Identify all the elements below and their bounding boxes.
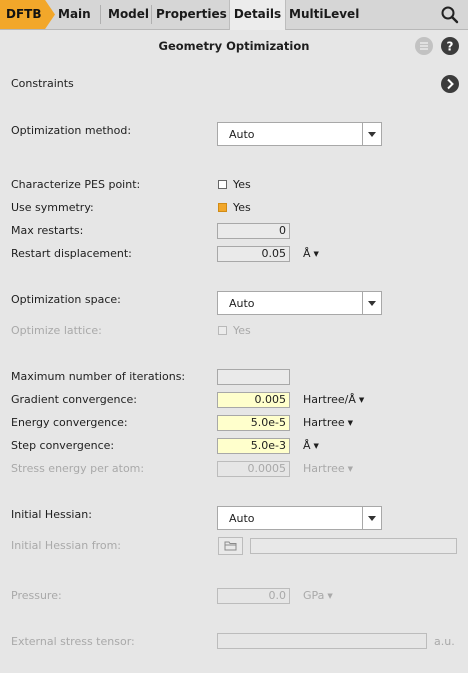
unit-label: Hartree <box>303 416 345 429</box>
step-convergence-field[interactable]: 5.0e-3 <box>217 438 290 454</box>
characterize-pes-option[interactable]: Yes <box>233 178 251 191</box>
tab-main[interactable]: Main <box>58 0 91 29</box>
unit-label: Hartree/Å <box>303 393 356 406</box>
unit-dropdown-icon: ▼ <box>313 250 319 258</box>
energy-convergence-label: Energy convergence: <box>11 416 128 429</box>
initial-hessian-select[interactable]: Auto <box>217 506 382 530</box>
use-symmetry-checkbox[interactable] <box>218 203 227 212</box>
unit-dropdown-icon: ▼ <box>347 419 354 427</box>
use-symmetry-option[interactable]: Yes <box>233 201 251 214</box>
optimize-lattice-label: Optimize lattice: <box>11 324 102 337</box>
constraints-label[interactable]: Constraints <box>11 77 74 90</box>
optimize-lattice-option: Yes <box>233 324 251 337</box>
max-restarts-field[interactable]: 0 <box>217 223 290 239</box>
tab-multilevel[interactable]: MultiLevel <box>289 0 359 29</box>
use-symmetry-label: Use symmetry: <box>11 201 94 214</box>
optimization-space-select[interactable]: Auto <box>217 291 382 315</box>
help-icon[interactable]: ? <box>441 37 459 55</box>
tab-bar: DFTB Main Model Properties Details Multi… <box>0 0 468 30</box>
menu-icon[interactable] <box>415 37 433 55</box>
stress-tensor-field <box>217 633 427 649</box>
max-restarts-label: Max restarts: <box>11 224 84 237</box>
optimization-method-label: Optimization method: <box>11 124 132 137</box>
chevron-down-icon[interactable] <box>362 123 381 145</box>
optimization-method-value: Auto <box>229 128 255 141</box>
optimization-space-label: Optimization space: <box>11 293 121 306</box>
gradient-convergence-unit[interactable]: Hartree/Å ▼ <box>303 393 364 406</box>
chevron-right-icon[interactable] <box>441 75 459 93</box>
gradient-convergence-label: Gradient convergence: <box>11 393 137 406</box>
unit-label: GPa <box>303 589 325 602</box>
tab-properties[interactable]: Properties <box>156 0 227 29</box>
chevron-down-icon[interactable] <box>362 507 381 529</box>
optimization-space-value: Auto <box>229 297 255 310</box>
tab-model[interactable]: Model <box>108 0 149 29</box>
initial-hessian-value: Auto <box>229 512 255 525</box>
tab-details[interactable]: Details <box>229 0 286 30</box>
gradient-convergence-field[interactable]: 0.005 <box>217 392 290 408</box>
restart-displacement-label: Restart displacement: <box>11 247 132 260</box>
pressure-field: 0.0 <box>217 588 290 604</box>
energy-convergence-field[interactable]: 5.0e-5 <box>217 415 290 431</box>
unit-dropdown-icon: ▼ <box>327 592 333 600</box>
initial-hessian-from-field[interactable] <box>250 538 457 554</box>
unit-dropdown-icon: ▼ <box>347 465 354 473</box>
folder-icon[interactable] <box>218 537 243 555</box>
chevron-down-icon[interactable] <box>362 292 381 314</box>
svg-text:?: ? <box>447 40 454 54</box>
stress-tensor-unit: a.u. <box>434 635 455 648</box>
restart-displacement-field[interactable]: 0.05 <box>217 246 290 262</box>
pressure-unit: GPa ▼ <box>303 589 333 602</box>
stress-energy-unit: Hartree ▼ <box>303 462 353 475</box>
restart-displacement-unit[interactable]: Å ▼ <box>303 247 319 260</box>
tab-dftb[interactable]: DFTB <box>0 0 55 29</box>
unit-label: Å <box>303 439 311 452</box>
step-convergence-label: Step convergence: <box>11 439 115 452</box>
characterize-pes-checkbox[interactable] <box>218 180 227 189</box>
initial-hessian-from-label: Initial Hessian from: <box>11 539 122 552</box>
unit-label: Hartree <box>303 462 345 475</box>
optimize-lattice-checkbox <box>218 326 227 335</box>
unit-dropdown-icon: ▼ <box>358 396 365 404</box>
search-icon[interactable] <box>439 5 461 25</box>
unit-dropdown-icon: ▼ <box>313 442 319 450</box>
stress-energy-label: Stress energy per atom: <box>11 462 145 475</box>
step-convergence-unit[interactable]: Å ▼ <box>303 439 319 452</box>
pressure-label: Pressure: <box>11 589 62 602</box>
stress-tensor-label: External stress tensor: <box>11 635 135 648</box>
tab-separator <box>100 5 101 24</box>
energy-convergence-unit[interactable]: Hartree ▼ <box>303 416 353 429</box>
tab-separator <box>151 5 152 24</box>
optimization-method-select[interactable]: Auto <box>217 122 382 146</box>
panel-title: Geometry Optimization <box>158 39 310 53</box>
initial-hessian-label: Initial Hessian: <box>11 508 92 521</box>
max-iterations-field[interactable] <box>217 369 290 385</box>
unit-label: Å <box>303 247 311 260</box>
max-iterations-label: Maximum number of iterations: <box>11 370 186 383</box>
stress-energy-field: 0.0005 <box>217 461 290 477</box>
characterize-pes-label: Characterize PES point: <box>11 178 141 191</box>
